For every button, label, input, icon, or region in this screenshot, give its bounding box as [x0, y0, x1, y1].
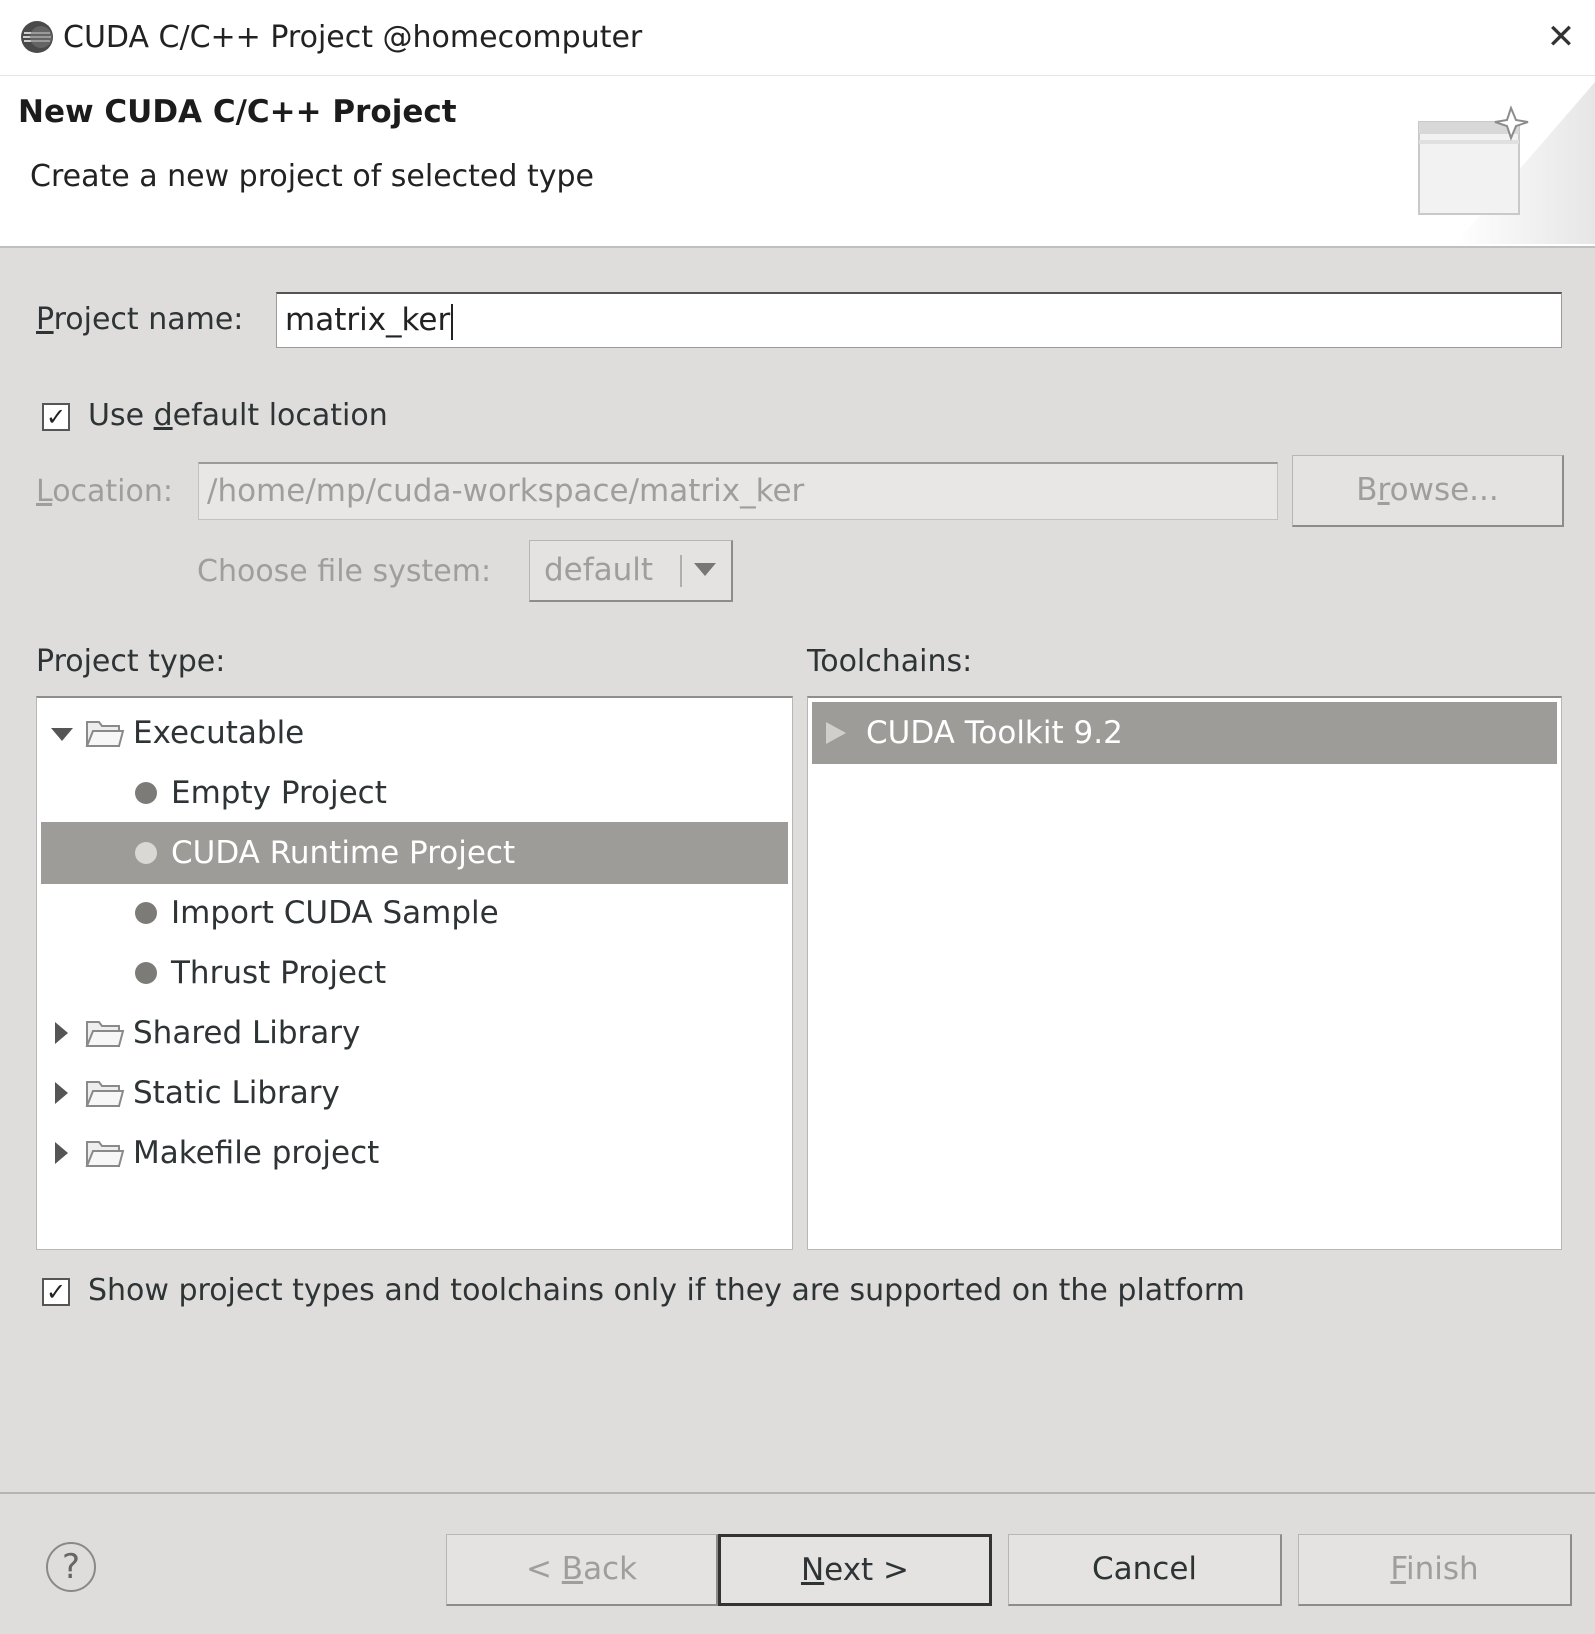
wizard-title: New CUDA C/C++ Project: [18, 94, 457, 130]
folder-open-icon: [85, 721, 125, 747]
tree-item-label: Static Library: [133, 1075, 340, 1111]
finish-button[interactable]: Finish: [1298, 1534, 1572, 1606]
tree-item-makefile-project[interactable]: Makefile project: [41, 1122, 788, 1184]
tree-item-label: Thrust Project: [171, 955, 387, 991]
tree-item-thrust-project[interactable]: Thrust Project: [41, 942, 788, 1004]
button-bar-separator: [0, 1492, 1595, 1494]
finish-mnemonic: F: [1390, 1551, 1406, 1587]
browse-text-post: owse...: [1389, 472, 1499, 508]
back-text-pre: <: [525, 1551, 562, 1587]
file-system-label: Choose file system:: [197, 554, 492, 589]
expand-open-icon[interactable]: [51, 728, 73, 741]
project-name-mnemonic: P: [36, 302, 54, 337]
folder-icon: [85, 1081, 125, 1107]
file-system-select[interactable]: default: [529, 540, 733, 602]
tree-item-empty-project[interactable]: Empty Project: [41, 762, 788, 824]
use-default-location-label: Use default location: [88, 396, 388, 436]
tree-item-label: Import CUDA Sample: [171, 895, 499, 931]
wizard-description: Create a new project of selected type: [30, 159, 594, 194]
file-system-value: default: [544, 552, 654, 588]
tree-item-shared-library[interactable]: Shared Library: [41, 1002, 788, 1064]
location-input[interactable]: /home/mp/cuda-workspace/matrix_ker: [198, 462, 1278, 520]
use-default-location-text-post: efault location: [172, 398, 388, 433]
location-mnemonic: L: [36, 474, 53, 509]
back-text-post: ack: [583, 1551, 638, 1587]
tree-item-label: Makefile project: [133, 1135, 380, 1171]
close-icon[interactable]: ✕: [1540, 16, 1582, 58]
toolchains-list[interactable]: CUDA Toolkit 9.2: [807, 696, 1562, 1250]
expand-closed-icon[interactable]: [55, 1142, 68, 1164]
finish-text-post: inish: [1405, 1551, 1479, 1587]
tree-item-import-cuda-sample[interactable]: Import CUDA Sample: [41, 882, 788, 944]
eclipse-icon: [21, 21, 53, 53]
tree-item-label: CUDA Runtime Project: [171, 835, 516, 871]
back-mnemonic: B: [561, 1551, 584, 1587]
tree-item-label: Shared Library: [133, 1015, 361, 1051]
tree-item-label: Empty Project: [171, 775, 387, 811]
project-name-input[interactable]: matrix_ker: [276, 292, 1562, 348]
browse-text-pre: B: [1356, 472, 1378, 508]
text-cursor: [451, 303, 454, 340]
chevron-down-icon: [694, 563, 716, 576]
folder-icon: [85, 1141, 125, 1167]
project-name-label-text: roject name:: [53, 302, 244, 337]
show-supported-label: Show project types and toolchains only i…: [88, 1273, 1245, 1308]
location-label: Location:: [36, 472, 173, 512]
next-mnemonic: N: [800, 1552, 825, 1588]
use-default-location-text-pre: Use: [88, 398, 154, 433]
cancel-button[interactable]: Cancel: [1008, 1534, 1282, 1606]
use-default-location-mnemonic: d: [153, 398, 173, 433]
expand-closed-icon[interactable]: [55, 1022, 68, 1044]
toolchains-label: Toolchains:: [807, 644, 973, 679]
toolchain-item-label: CUDA Toolkit 9.2: [866, 715, 1123, 751]
show-supported-checkbox[interactable]: ✓: [42, 1278, 70, 1306]
expand-closed-icon[interactable]: [55, 1082, 68, 1104]
use-default-location-checkbox[interactable]: ✓: [42, 403, 70, 431]
project-bullet-icon: [135, 902, 157, 924]
wizard-banner: New CUDA C/C++ Project Create a new proj…: [0, 76, 1595, 248]
project-name-label: Project name:: [36, 300, 243, 340]
browse-mnemonic: r: [1377, 472, 1390, 508]
next-text-post: ext >: [824, 1552, 910, 1588]
new-project-wizard-icon: [1418, 82, 1595, 244]
next-button[interactable]: Next >: [718, 1534, 992, 1606]
project-type-tree[interactable]: Executable Empty Project CUDA Runtime Pr…: [36, 696, 793, 1250]
tree-item-executable[interactable]: Executable: [41, 702, 788, 764]
tree-item-static-library[interactable]: Static Library: [41, 1062, 788, 1124]
project-name-value: matrix_ker: [285, 302, 451, 338]
tree-item-cuda-runtime-project[interactable]: CUDA Runtime Project: [41, 822, 788, 884]
project-bullet-icon: [135, 962, 157, 984]
folder-icon: [85, 1021, 125, 1047]
title-bar: CUDA C/C++ Project @homecomputer ✕: [0, 0, 1595, 76]
project-bullet-icon: [135, 782, 157, 804]
toolchain-arrow-icon: [826, 722, 846, 744]
project-bullet-icon: [135, 842, 157, 864]
back-button[interactable]: < Back: [446, 1534, 718, 1606]
dropdown-separator: [680, 555, 682, 587]
project-type-label: Project type:: [36, 644, 226, 679]
tree-item-label: Executable: [133, 715, 305, 751]
browse-button[interactable]: Browse...: [1292, 455, 1564, 527]
location-label-text: ocation:: [52, 474, 173, 509]
toolchain-item-cuda-toolkit[interactable]: CUDA Toolkit 9.2: [812, 702, 1557, 764]
window-title: CUDA C/C++ Project @homecomputer: [63, 20, 643, 55]
help-icon[interactable]: ?: [46, 1542, 96, 1592]
